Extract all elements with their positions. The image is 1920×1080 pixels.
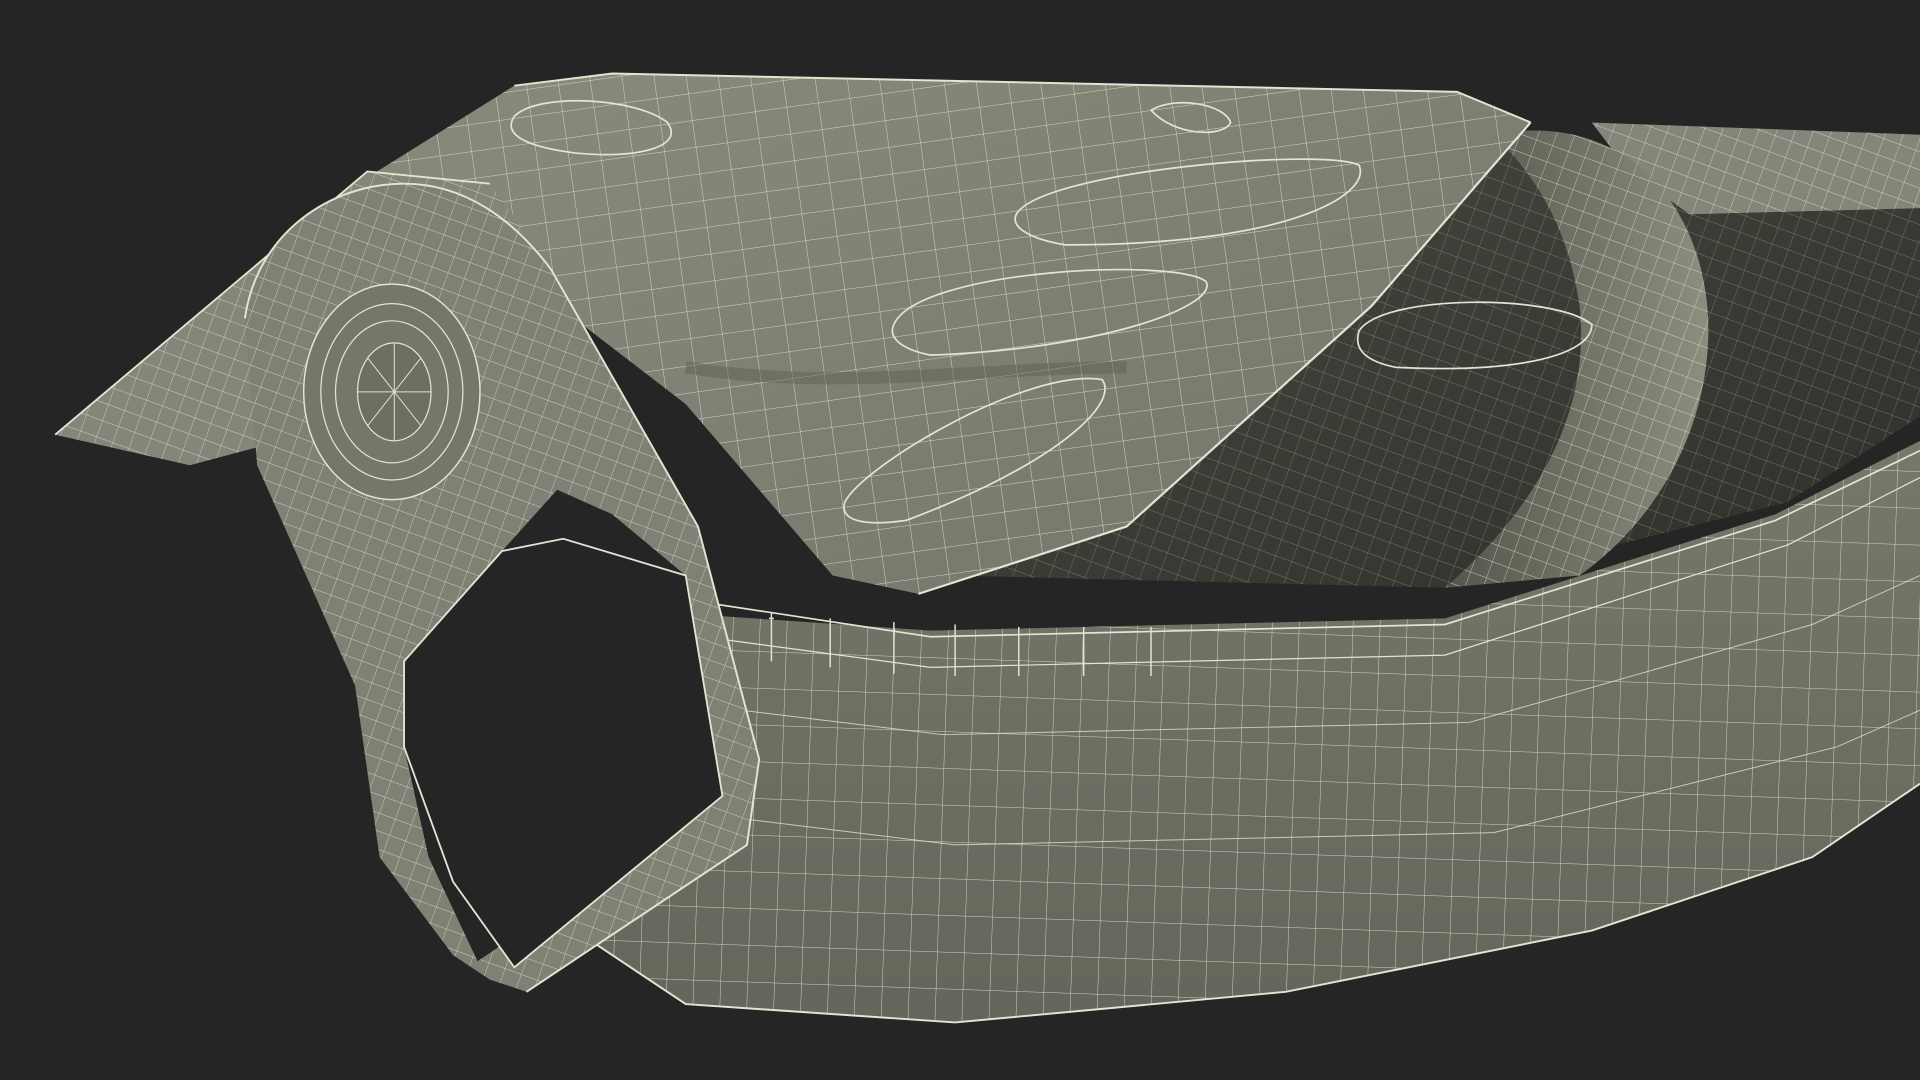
wireframe-render <box>54 72 1920 1024</box>
ring-rivet <box>302 283 481 501</box>
render-viewport <box>0 0 1920 1080</box>
